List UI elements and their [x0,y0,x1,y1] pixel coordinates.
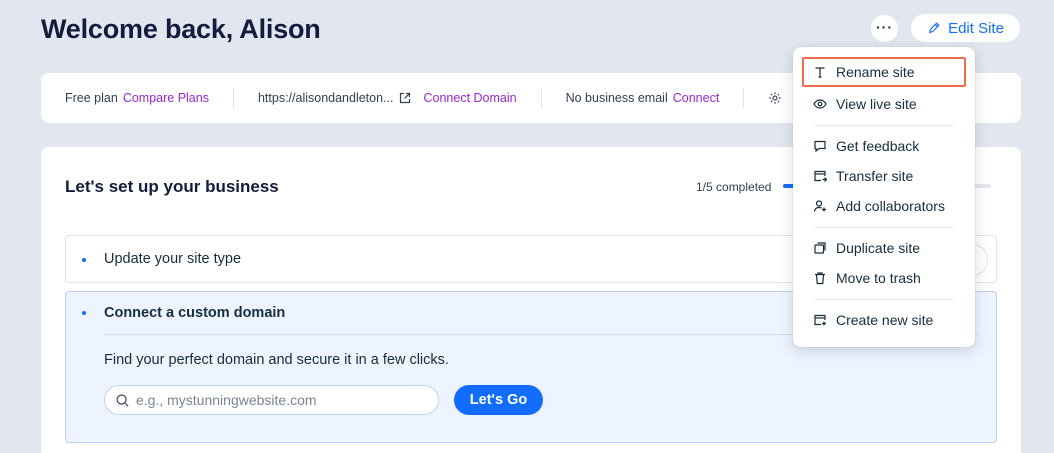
bullet-icon [82,258,86,262]
domain-search-input[interactable] [136,392,426,408]
more-actions-button[interactable]: ··· [871,15,898,42]
new-site-icon [814,314,826,326]
menu-item-label: Add collaborators [836,198,945,214]
edit-site-label: Edit Site [948,19,1004,37]
site-url: https://alisondandleton... [257,91,394,105]
email-segment: No business email Connect [542,88,745,108]
menu-item-rename-site[interactable]: Rename site [802,57,966,87]
menu-item-duplicate-site[interactable]: Duplicate site [802,233,966,263]
connect-email-link[interactable]: Connect [673,91,720,105]
domain-search-box[interactable] [104,385,439,415]
text-icon [815,67,825,78]
menu-item-label: Get feedback [836,138,920,154]
menu-item-add-collaborators[interactable]: Add collaborators [802,191,966,221]
task-label: Update your site type [104,251,242,267]
menu-item-label: Rename site [836,64,915,80]
external-link-icon[interactable] [399,92,411,104]
task-description: Find your perfect domain and secure it i… [104,352,449,368]
menu-divider [815,299,953,300]
menu-item-label: Transfer site [836,168,914,184]
menu-item-transfer-site[interactable]: Transfer site [802,161,966,191]
plan-segment: Free plan Compare Plans [41,88,234,108]
comment-icon [814,140,826,153]
more-icon: ··· [876,18,893,35]
task-label[interactable]: Connect a custom domain [104,305,285,321]
compare-plans-link[interactable]: Compare Plans [123,91,209,105]
duplicate-icon [814,242,826,254]
pencil-icon [928,22,940,34]
progress-label: 1/5 completed [696,180,772,194]
site-actions-menu: Rename site View live site Get feedback … [793,47,975,347]
setup-title: Let's set up your business [65,177,279,196]
url-segment: https://alisondandleton... Connect Domai… [234,88,542,108]
menu-item-label: Move to trash [836,270,921,286]
menu-item-label: Duplicate site [836,240,921,256]
email-text: No business email [565,91,668,105]
bullet-icon [82,311,86,315]
menu-item-get-feedback[interactable]: Get feedback [802,131,966,161]
add-user-icon [813,200,826,212]
edit-site-button[interactable]: Edit Site [911,14,1020,42]
search-icon [116,393,129,407]
transfer-icon [814,170,827,182]
menu-item-view-live-site[interactable]: View live site [802,89,966,119]
menu-divider [815,125,953,126]
menu-item-move-to-trash[interactable]: Move to trash [802,263,966,293]
plan-text: Free plan [65,91,118,105]
menu-item-label: Create new site [836,312,934,328]
gear-icon[interactable] [768,91,782,105]
trash-icon [815,272,825,285]
menu-item-create-new-site[interactable]: Create new site [802,305,966,335]
menu-divider [815,227,953,228]
eye-icon [813,99,827,109]
connect-domain-link[interactable]: Connect Domain [423,91,516,105]
menu-item-label: View live site [836,96,917,112]
page-title: Welcome back, Alison [41,14,321,44]
lets-go-button[interactable]: Let's Go [454,385,543,415]
